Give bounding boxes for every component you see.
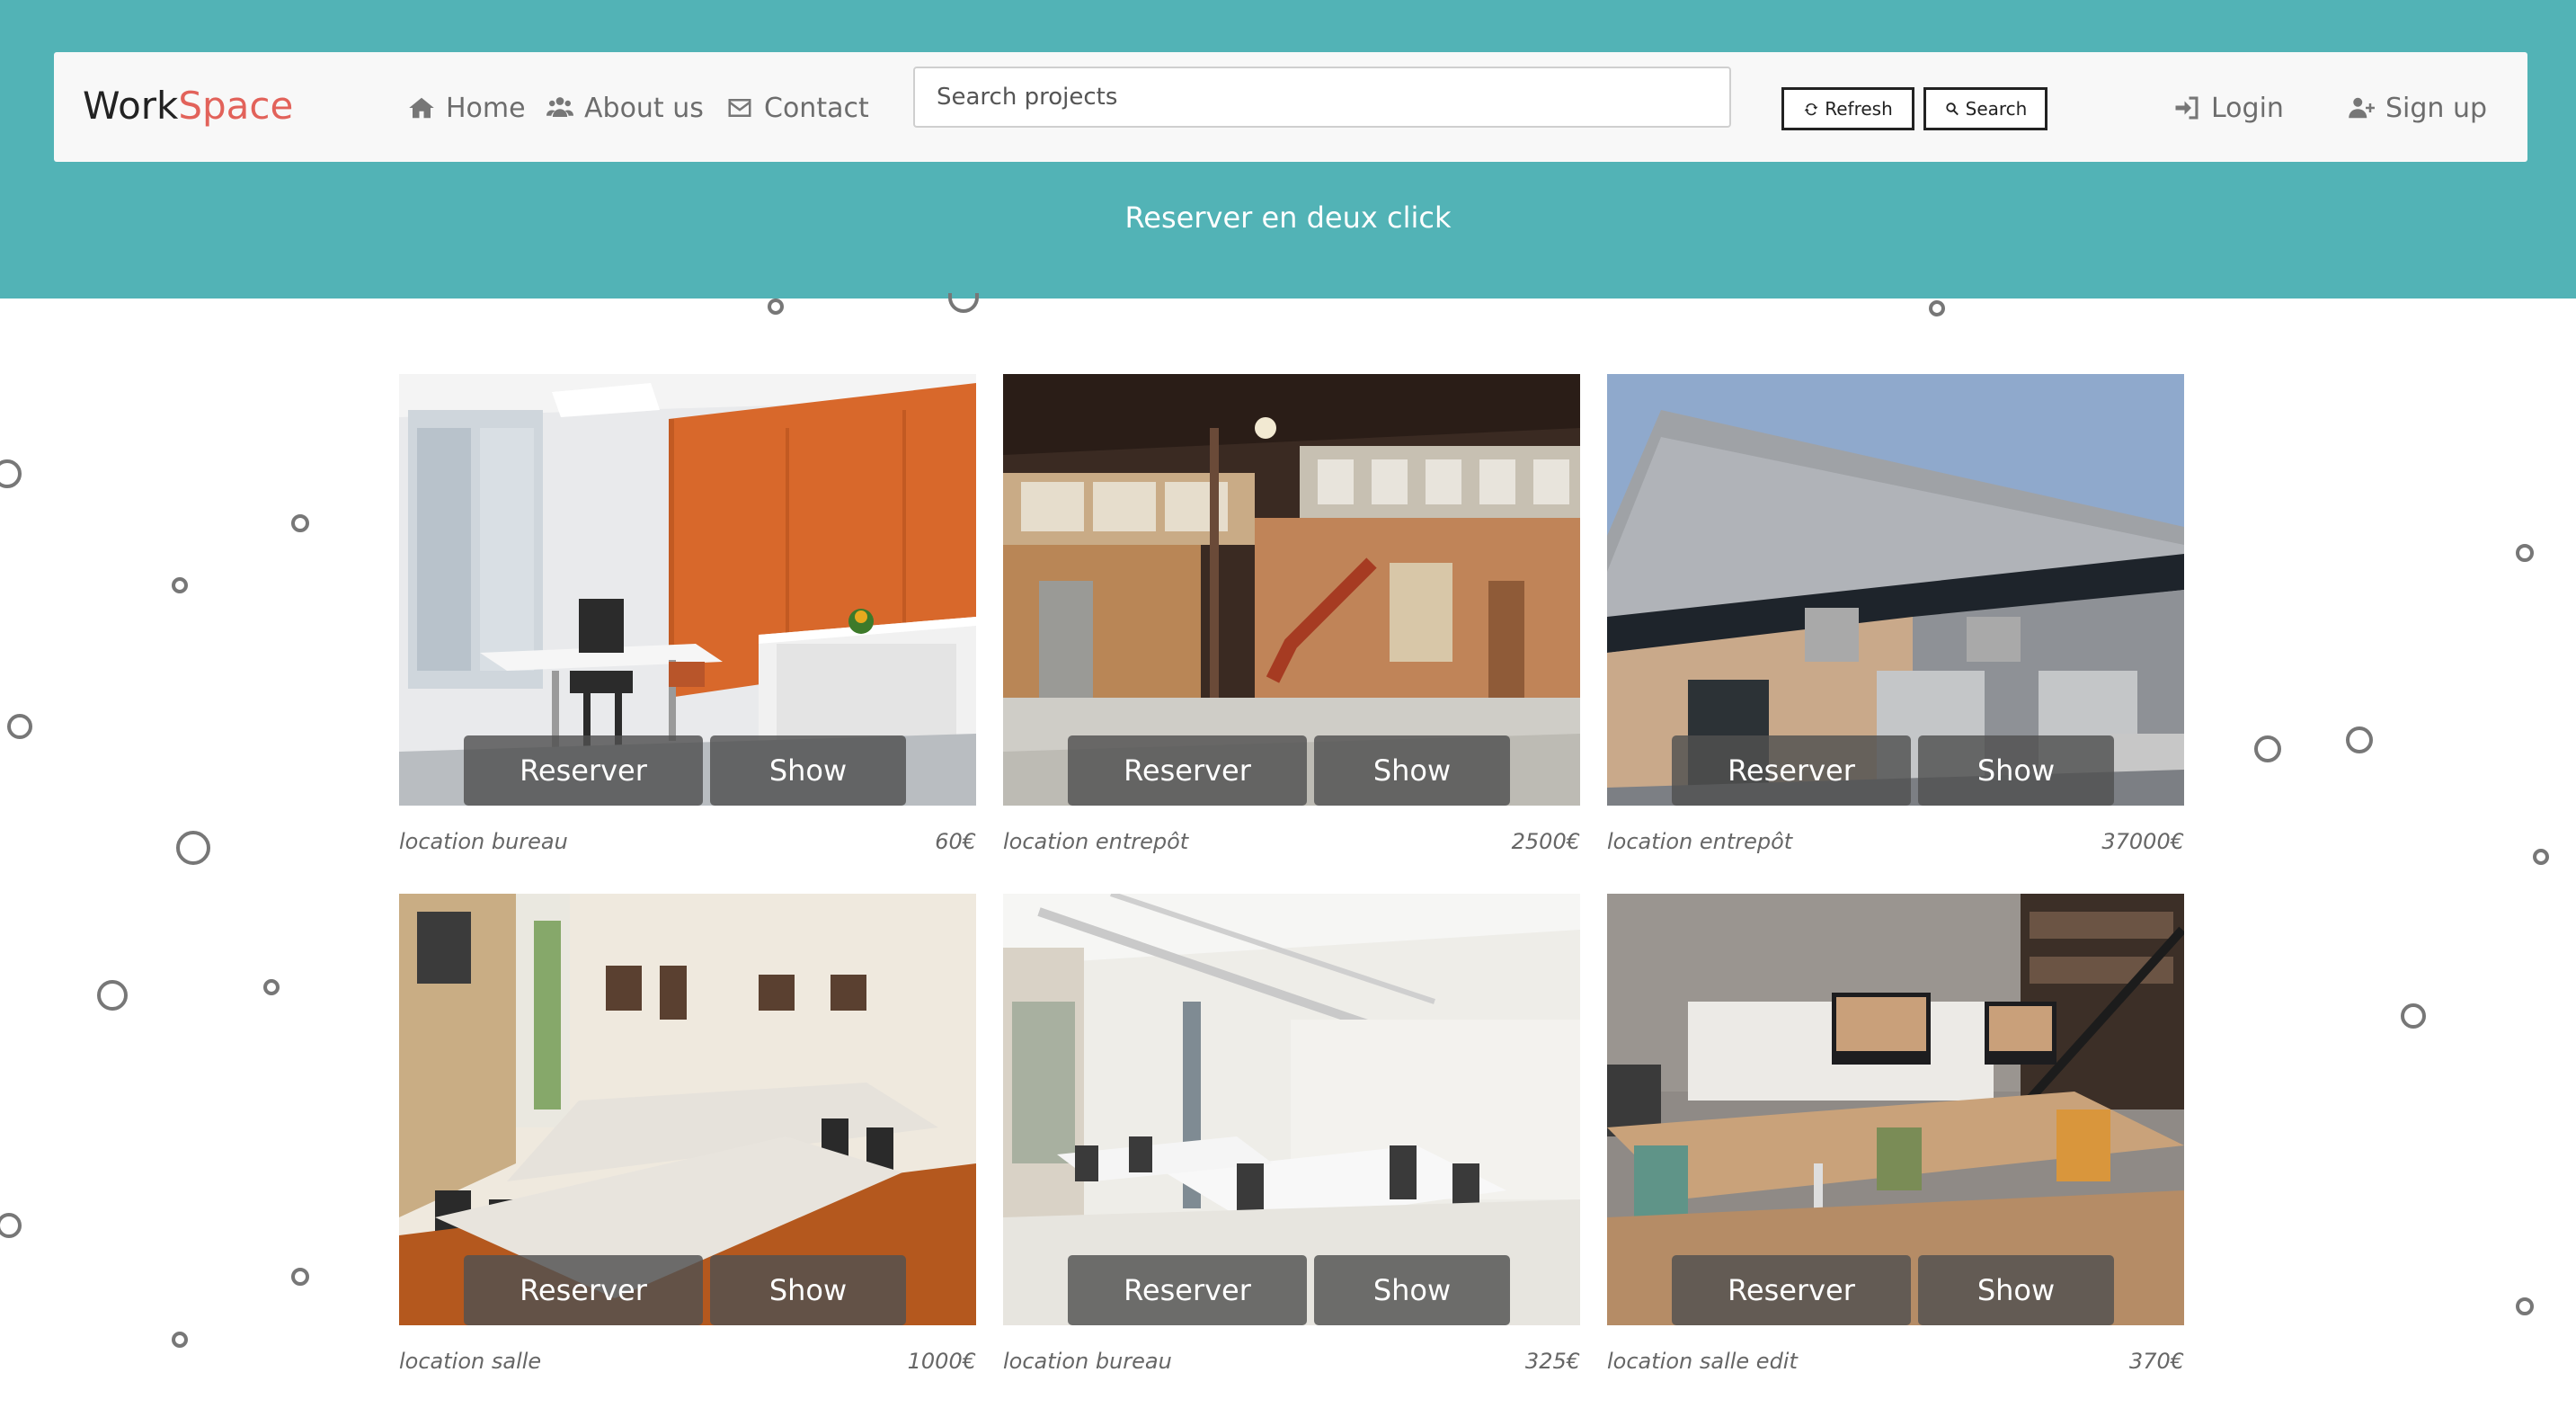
listing-caption: location entrepôt 2500€ xyxy=(1003,824,1580,860)
search-input[interactable] xyxy=(913,67,1731,128)
search-icon xyxy=(1946,102,1959,116)
listing-price: 370€ xyxy=(2128,1349,2184,1374)
listing-title: location bureau xyxy=(399,829,568,854)
listing-title: location entrepôt xyxy=(1003,829,1189,854)
header-banner: WorkSpace Home About us Contact Refresh … xyxy=(0,0,2576,299)
decorative-bubble xyxy=(176,831,210,865)
decorative-bubble xyxy=(1929,300,1945,316)
decorative-bubble xyxy=(97,980,128,1011)
sign-in-icon xyxy=(2175,96,2198,120)
decorative-bubble xyxy=(291,514,309,532)
decorative-bubble xyxy=(172,577,188,593)
decorative-bubble xyxy=(0,459,22,488)
listing-caption: location bureau 60€ xyxy=(399,824,976,860)
reserve-button[interactable]: Reserver xyxy=(1672,735,1911,806)
refresh-icon xyxy=(1804,103,1818,116)
search-label: Search xyxy=(1965,98,2028,120)
listing-card: Reserver Show location entrepôt 37000€ xyxy=(1607,374,2184,860)
navbar: WorkSpace Home About us Contact Refresh … xyxy=(54,52,2527,162)
listing-card: Reserver Show location bureau 60€ xyxy=(399,374,976,860)
listing-card: Reserver Show location entrepôt 2500€ xyxy=(1003,374,1580,860)
decorative-bubble xyxy=(2254,735,2281,762)
nav-contact[interactable]: Contact xyxy=(726,86,869,129)
show-button[interactable]: Show xyxy=(710,1255,906,1325)
brand-part-work: Work xyxy=(83,84,179,128)
decorative-bubble xyxy=(2516,544,2534,562)
listing-title: location salle xyxy=(399,1349,542,1374)
listing-caption: location salle 1000€ xyxy=(399,1343,976,1379)
decorative-bubble xyxy=(2346,726,2373,753)
reserve-button[interactable]: Reserver xyxy=(1672,1255,1911,1325)
decorative-bubble xyxy=(2533,849,2549,865)
decorative-bubble xyxy=(291,1268,309,1286)
users-icon xyxy=(546,97,573,117)
decorative-bubble xyxy=(948,293,979,313)
listing-card: Reserver Show location salle 1000€ xyxy=(399,894,976,1379)
decorative-bubble xyxy=(263,979,280,995)
home-icon xyxy=(409,97,434,119)
show-button[interactable]: Show xyxy=(1314,1255,1510,1325)
brand-logo[interactable]: WorkSpace xyxy=(83,81,293,131)
envelope-icon xyxy=(728,99,751,117)
decorative-bubble xyxy=(768,299,784,315)
reserve-button[interactable]: Reserver xyxy=(464,1255,703,1325)
reserve-button[interactable]: Reserver xyxy=(464,735,703,806)
nav-home[interactable]: Home xyxy=(408,86,526,129)
listing-title: location entrepôt xyxy=(1607,829,1793,854)
listing-price: 37000€ xyxy=(2101,829,2184,854)
listing-price: 2500€ xyxy=(1511,829,1580,854)
listing-caption: location entrepôt 37000€ xyxy=(1607,824,2184,860)
decorative-bubble xyxy=(7,714,32,739)
listing-caption: location bureau 325€ xyxy=(1003,1343,1580,1379)
listing-title: location salle edit xyxy=(1607,1349,1798,1374)
decorative-bubble xyxy=(172,1332,188,1348)
listing-title: location bureau xyxy=(1003,1349,1172,1374)
reserve-button[interactable]: Reserver xyxy=(1068,1255,1307,1325)
nav-about[interactable]: About us xyxy=(546,86,704,129)
refresh-button[interactable]: Refresh xyxy=(1781,87,1914,130)
nav-signup[interactable]: Sign up xyxy=(2348,86,2487,129)
nav-login-label: Login xyxy=(2211,92,2284,124)
decorative-bubble xyxy=(0,1213,22,1238)
nav-about-label: About us xyxy=(584,92,704,124)
listing-caption: location salle edit 370€ xyxy=(1607,1343,2184,1379)
decorative-bubble xyxy=(2516,1297,2534,1315)
brand-part-space: Space xyxy=(178,84,294,128)
refresh-label: Refresh xyxy=(1825,98,1893,120)
decorative-bubble xyxy=(2401,1003,2426,1029)
show-button[interactable]: Show xyxy=(710,735,906,806)
listing-price: 60€ xyxy=(935,829,976,854)
nav-signup-label: Sign up xyxy=(2385,92,2488,124)
show-button[interactable]: Show xyxy=(1314,735,1510,806)
nav-contact-label: Contact xyxy=(764,92,869,124)
listing-card: Reserver Show location bureau 325€ xyxy=(1003,894,1580,1379)
listing-price: 1000€ xyxy=(907,1349,976,1374)
nav-login[interactable]: Login xyxy=(2173,86,2284,129)
show-button[interactable]: Show xyxy=(1918,1255,2114,1325)
listing-card: Reserver Show location salle edit 370€ xyxy=(1607,894,2184,1379)
user-plus-icon xyxy=(2349,97,2375,119)
listing-price: 325€ xyxy=(1524,1349,1580,1374)
nav-home-label: Home xyxy=(446,92,526,124)
reserve-button[interactable]: Reserver xyxy=(1068,735,1307,806)
search-button[interactable]: Search xyxy=(1923,87,2047,130)
tagline: Reserver en deux click xyxy=(1124,201,1452,235)
show-button[interactable]: Show xyxy=(1918,735,2114,806)
